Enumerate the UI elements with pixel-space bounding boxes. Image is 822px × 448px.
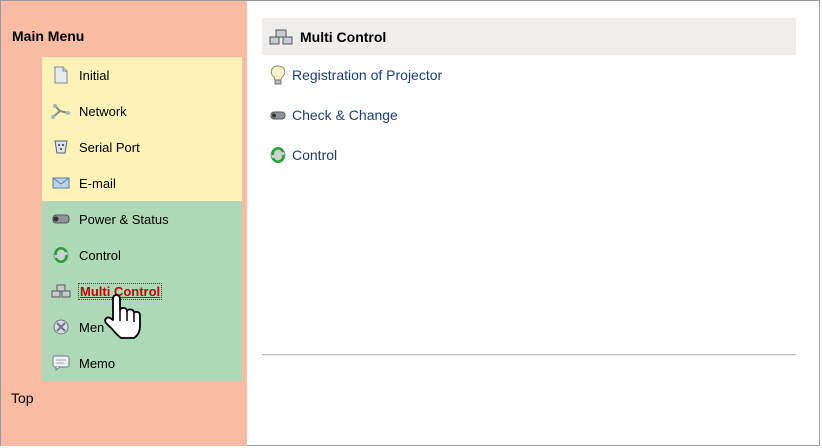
content-divider — [262, 354, 796, 356]
link-label: Registration of Projector — [292, 67, 443, 83]
top-link[interactable]: Top — [11, 390, 34, 406]
multi-projector-icon — [268, 27, 294, 47]
check-and-change-link[interactable]: Check & Change — [262, 95, 796, 135]
control-icon — [268, 145, 288, 165]
control-link[interactable]: Control — [262, 135, 796, 175]
main-content: Multi Control Registration of Projector … — [262, 18, 796, 175]
sidebar-item-initial[interactable]: Initial — [42, 57, 242, 93]
email-icon — [51, 174, 71, 192]
sidebar-item-label: Network — [79, 103, 127, 119]
multi-projector-icon — [51, 282, 71, 300]
projector-icon — [51, 210, 71, 228]
memo-icon — [51, 354, 71, 372]
sidebar-item-multi-control[interactable]: Multi Control — [42, 273, 242, 309]
sidebar-item-label: Control — [79, 247, 121, 263]
content-header: Multi Control — [262, 18, 796, 55]
sidebar-item-memo[interactable]: Memo — [42, 345, 242, 381]
operation-menu-group: Power & Status Control Multi Control Men… — [42, 201, 242, 381]
registration-of-projector-link[interactable]: Registration of Projector — [262, 55, 796, 95]
sidebar-item-control[interactable]: Control — [42, 237, 242, 273]
network-icon — [51, 102, 71, 120]
setup-menu-group: Initial Network Serial Port E-mail — [42, 57, 242, 201]
serial-port-icon — [51, 138, 71, 156]
sidebar-item-serial-port[interactable]: Serial Port — [42, 129, 242, 165]
sidebar-item-power-status[interactable]: Power & Status — [42, 201, 242, 237]
link-label: Control — [292, 147, 338, 163]
hand-cursor-icon — [102, 293, 142, 343]
sidebar-item-label: Memo — [79, 355, 116, 371]
sidebar-item-email[interactable]: E-mail — [42, 165, 242, 201]
sidebar-item-label: E-mail — [79, 175, 116, 191]
menu-icon — [51, 318, 71, 336]
sidebar-item-label: Serial Port — [79, 139, 140, 155]
page-title: Multi Control — [300, 28, 387, 45]
sidebar-title: Main Menu — [12, 28, 85, 44]
sidebar-item-menu[interactable]: Men — [42, 309, 242, 345]
sidebar-item-label: Power & Status — [79, 211, 169, 227]
sidebar-item-label: Men — [79, 319, 105, 335]
page-icon — [51, 66, 71, 84]
projector-icon — [268, 105, 288, 125]
lightbulb-icon — [268, 65, 288, 85]
control-icon — [51, 246, 71, 264]
sidebar-item-network[interactable]: Network — [42, 93, 242, 129]
link-label: Check & Change — [292, 107, 398, 123]
sidebar-item-label: Initial — [79, 67, 110, 83]
sidebar: Main Menu Initial Network Serial Port E-… — [1, 1, 247, 446]
